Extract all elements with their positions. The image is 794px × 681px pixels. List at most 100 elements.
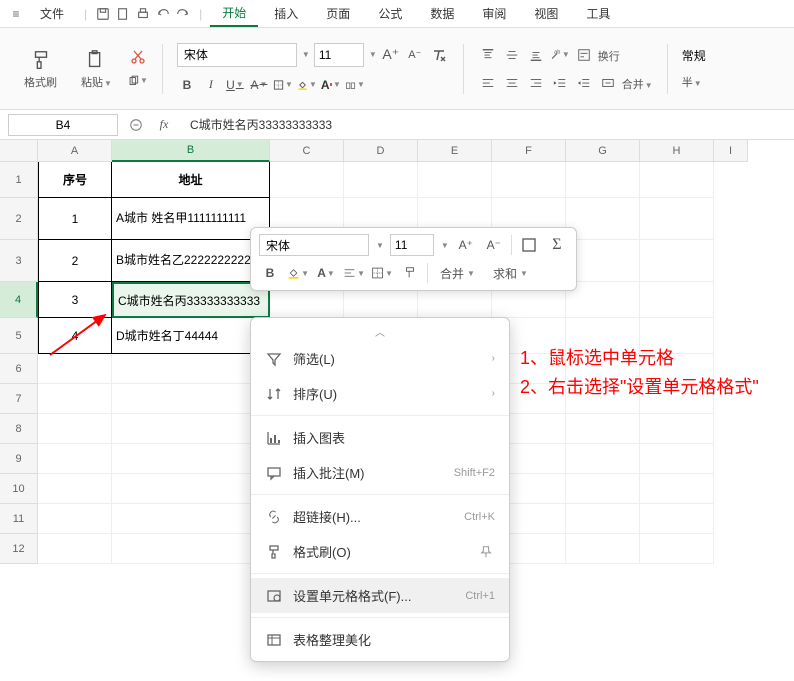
col-header-I[interactable]: I [714,140,748,162]
ctx-collapse[interactable]: ︿ [251,322,509,341]
row-header-2[interactable]: 2 [0,198,38,240]
save-icon[interactable] [95,6,111,22]
select-all-corner[interactable] [0,140,38,162]
wrap-button[interactable] [574,45,594,65]
align-top-button[interactable] [478,45,498,65]
mini-fill-color[interactable]: ▼ [287,262,309,284]
pin-icon[interactable] [477,543,495,561]
phonetic-button[interactable]: ▼ [345,75,365,95]
ctx-insert-comment[interactable]: 插入批注(M) Shift+F2 [251,455,509,490]
merge-label[interactable]: 合并▼ [622,76,653,92]
ctx-cell-format[interactable]: 设置单元格格式(F)... Ctrl+1 [251,578,509,613]
formula-text[interactable]: C城市姓名丙33333333333 [182,116,332,133]
ctx-sort[interactable]: 排序(U) › [251,376,509,411]
row-header-1[interactable]: 1 [0,162,38,198]
clear-format-button[interactable] [429,45,449,65]
cell-H1[interactable] [640,162,714,198]
mini-font-select[interactable] [259,234,369,256]
decrease-font-button[interactable]: A⁻ [405,45,425,65]
ctx-format-painter[interactable]: 格式刷(O) [251,534,509,569]
row-header-3[interactable]: 3 [0,240,38,282]
mini-size-select[interactable] [390,234,434,256]
col-header-A[interactable]: A [38,140,112,162]
size-dd-icon[interactable]: ▼ [369,50,377,59]
ctx-insert-chart[interactable]: 插入图表 [251,420,509,455]
col-header-F[interactable]: F [492,140,566,162]
undo-icon[interactable] [155,6,171,22]
align-middle-button[interactable] [502,45,522,65]
fill-color-button[interactable]: ▼ [297,75,317,95]
ctx-beautify[interactable]: 表格整理美化 [251,622,509,657]
merge-button[interactable] [598,73,618,93]
tab-review[interactable]: 审阅 [470,1,518,26]
tab-formula[interactable]: 公式 [366,1,414,26]
cell-G1[interactable] [566,162,640,198]
cell-D1[interactable] [344,162,418,198]
strike-button[interactable]: A▼ [249,75,269,95]
col-header-H[interactable]: H [640,140,714,162]
row-header-10[interactable]: 10 [0,474,38,504]
name-box[interactable] [8,114,118,136]
mini-border-icon[interactable] [518,234,540,256]
align-center-button[interactable] [502,73,522,93]
cell-B4-selected[interactable]: C城市姓名丙33333333333 [112,282,270,318]
col-header-G[interactable]: G [566,140,640,162]
paste-button[interactable]: 粘贴▼ [73,44,120,94]
menu-file[interactable]: 文件 [28,1,76,26]
indent-dec-button[interactable] [550,73,570,93]
cell-A2[interactable]: 1 [38,198,112,240]
border-button[interactable]: ▼ [273,75,293,95]
row-header-9[interactable]: 9 [0,444,38,474]
row-header-8[interactable]: 8 [0,414,38,444]
fx-icon[interactable]: fx [154,115,174,135]
currency-button[interactable]: 半▼ [682,74,702,90]
mini-sum-icon[interactable]: Σ [546,234,568,256]
align-bottom-button[interactable] [526,45,546,65]
mini-increase-font[interactable]: A⁺ [455,234,477,256]
cell-G4[interactable] [566,282,640,318]
new-icon[interactable] [115,6,131,22]
font-color-button[interactable]: A▼ [321,75,341,95]
mini-bold[interactable]: B [259,262,281,284]
align-left-button[interactable] [478,73,498,93]
row-header-4[interactable]: 4 [0,282,38,318]
row-header-5[interactable]: 5 [0,318,38,354]
ctx-hyperlink[interactable]: 超链接(H)... Ctrl+K [251,499,509,534]
cancel-icon[interactable] [126,115,146,135]
increase-font-button[interactable]: A⁺ [381,45,401,65]
font-size-select[interactable] [314,43,364,67]
mini-merge[interactable]: 合并▼ [434,263,481,284]
cell-H2[interactable] [640,198,714,240]
mini-sum[interactable]: 求和▼ [487,263,534,284]
cell-F1[interactable] [492,162,566,198]
row-header-12[interactable]: 12 [0,534,38,564]
mini-align[interactable]: ▼ [343,262,365,284]
wrap-label[interactable]: 换行 [598,48,620,64]
redo-icon[interactable] [175,6,191,22]
align-right-button[interactable] [526,73,546,93]
tab-view[interactable]: 视图 [522,1,570,26]
cell-B1[interactable]: 地址 [112,162,270,198]
ctx-filter[interactable]: 筛选(L) › [251,341,509,376]
cell-G2[interactable] [566,198,640,240]
underline-button[interactable]: U▼ [225,75,245,95]
font-name-select[interactable] [177,43,297,67]
font-dd-icon[interactable]: ▼ [302,50,310,59]
cell-B6[interactable] [112,354,270,384]
row-header-11[interactable]: 11 [0,504,38,534]
cell-E1[interactable] [418,162,492,198]
bold-button[interactable]: B [177,75,197,95]
col-header-E[interactable]: E [418,140,492,162]
tab-page[interactable]: 页面 [314,1,362,26]
orientation-button[interactable]: ab▼ [550,45,570,65]
cell-A3[interactable]: 2 [38,240,112,282]
cut-button[interactable] [128,47,148,67]
cell-B2[interactable]: A城市 姓名甲1111111111 [112,198,270,240]
col-header-C[interactable]: C [270,140,344,162]
tab-data[interactable]: 数据 [418,1,466,26]
col-header-B[interactable]: B [112,140,270,162]
indent-inc-button[interactable] [574,73,594,93]
cell-B5[interactable]: D城市姓名丁44444 [112,318,270,354]
copy-button[interactable]: ▼ [128,71,148,91]
cell-H3[interactable] [640,240,714,282]
